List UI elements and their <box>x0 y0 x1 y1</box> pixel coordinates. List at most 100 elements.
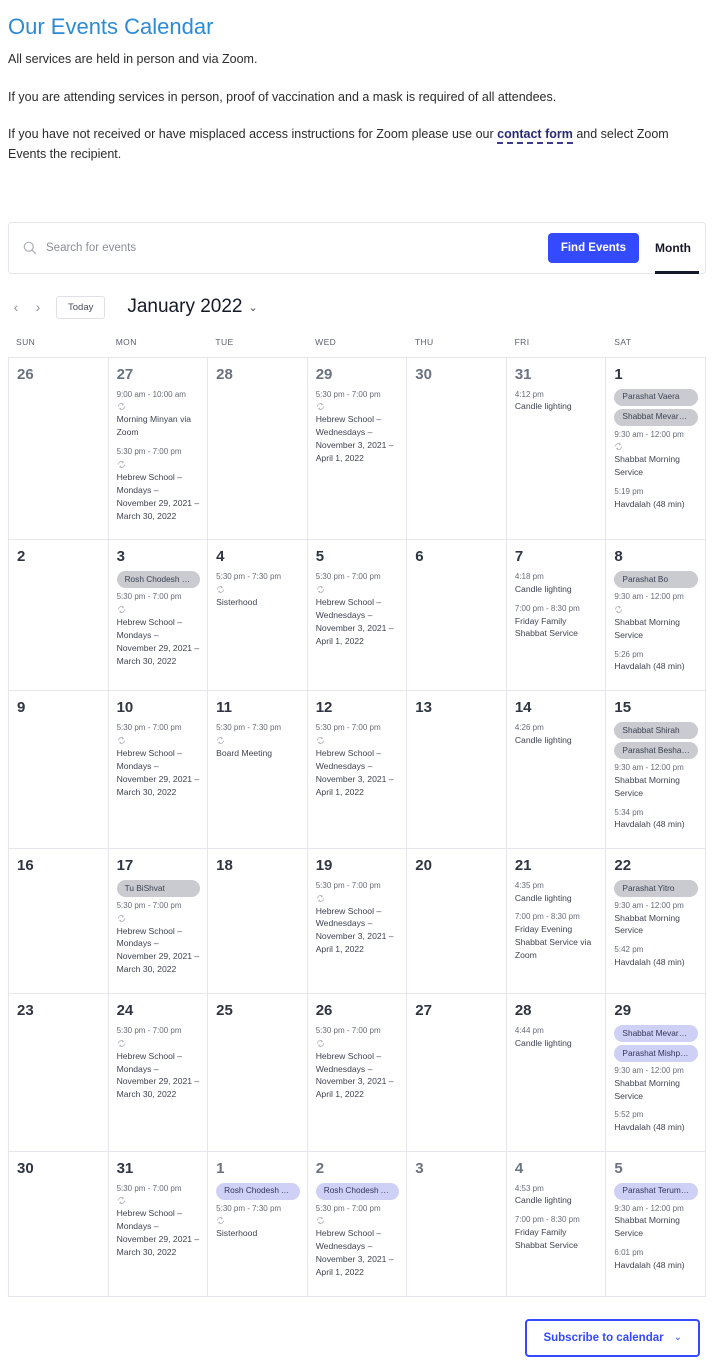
event-title[interactable]: Hebrew School – Mondays – November 29, 2… <box>117 1207 201 1259</box>
event-title[interactable]: Havdalah (48 min) <box>614 498 698 511</box>
calendar-day-cell[interactable]: 29 Shabbat Mevarc… Parashat Mishpatim 9:30 … <box>606 994 706 1152</box>
day-number[interactable]: 3 <box>117 549 201 564</box>
calendar-day-cell[interactable]: 19 5:30 pm - 7:00 pm Hebrew School – Wedne… <box>307 849 408 995</box>
day-number[interactable]: 18 <box>216 858 300 873</box>
event-title[interactable]: Havdalah (48 min) <box>614 660 698 673</box>
event-title[interactable]: Hebrew School – Wednesdays – November 3,… <box>316 1050 400 1102</box>
event-title[interactable]: Hebrew School – Mondays – November 29, 2… <box>117 616 201 668</box>
calendar-day-cell[interactable]: 15 Shabbat Shirah Parashat Beshalach 9:30 a… <box>606 691 706 849</box>
calendar-day-cell[interactable]: 6 <box>407 540 507 692</box>
holiday-pill[interactable]: Rosh Chodesh S… <box>116 571 201 589</box>
event-title[interactable]: Hebrew School – Mondays – November 29, 2… <box>117 925 201 977</box>
calendar-event[interactable]: 7:00 pm - 8:30 pm Friday Family Shabbat S… <box>515 1214 599 1251</box>
calendar-day-cell[interactable]: 22 Parashat Yitro 9:30 am - 12:00 pm Shabba… <box>606 849 706 995</box>
calendar-event[interactable]: 5:30 pm - 7:30 pm Sisterhood <box>216 1203 300 1240</box>
event-title[interactable]: Hebrew School – Wednesdays – November 3,… <box>316 413 400 465</box>
day-number[interactable]: 30 <box>415 367 499 382</box>
calendar-day-cell[interactable]: 25 <box>208 994 308 1152</box>
calendar-event[interactable]: 5:30 pm - 7:00 pm Hebrew School – Wednesd… <box>316 880 400 956</box>
calendar-event[interactable]: 5:30 pm - 7:30 pm Board Meeting <box>216 722 300 759</box>
calendar-day-cell[interactable]: 21 4:35 pm Candle lighting 7:00 pm - 8:30 p… <box>506 849 607 995</box>
holiday-pill[interactable]: Shabbat Shirah <box>614 722 698 740</box>
calendar-event[interactable]: 4:44 pm Candle lighting <box>515 1025 599 1049</box>
day-number[interactable]: 27 <box>415 1003 499 1018</box>
day-number[interactable]: 27 <box>117 367 201 382</box>
day-number[interactable]: 16 <box>17 858 101 873</box>
day-number[interactable]: 4 <box>216 549 300 564</box>
event-title[interactable]: Havdalah (48 min) <box>614 1121 698 1134</box>
event-title[interactable]: Hebrew School – Wednesdays – November 3,… <box>316 1227 400 1279</box>
event-title[interactable]: Hebrew School – Mondays – November 29, 2… <box>117 471 201 523</box>
event-title[interactable]: Candle lighting <box>515 583 599 596</box>
calendar-day-cell[interactable]: 12 5:30 pm - 7:00 pm Hebrew School – Wedne… <box>307 691 408 849</box>
calendar-event[interactable]: 5:30 pm - 7:00 pm Hebrew School – Mondays… <box>117 1025 201 1101</box>
calendar-event[interactable]: 5:30 pm - 7:00 pm Hebrew School – Mondays… <box>117 446 201 522</box>
calendar-event[interactable]: 6:01 pm Havdalah (48 min) <box>614 1247 698 1271</box>
day-number[interactable]: 19 <box>316 858 400 873</box>
calendar-event[interactable]: 5:30 pm - 7:00 pm Hebrew School – Mondays… <box>117 900 201 976</box>
calendar-event[interactable]: 5:30 pm - 7:00 pm Hebrew School – Wednesd… <box>316 571 400 647</box>
day-number[interactable]: 5 <box>316 549 400 564</box>
day-number[interactable]: 4 <box>515 1161 599 1176</box>
calendar-event[interactable]: 4:26 pm Candle lighting <box>515 722 599 746</box>
calendar-day-cell[interactable]: 27 <box>407 994 507 1152</box>
day-number[interactable]: 26 <box>17 367 101 382</box>
day-number[interactable]: 17 <box>117 858 201 873</box>
day-number[interactable]: 2 <box>316 1161 400 1176</box>
calendar-day-cell[interactable]: 1 Parashat Vaera Shabbat Mevarc… 9:30 am - … <box>606 357 706 541</box>
day-number[interactable]: 1 <box>614 367 698 382</box>
month-title-selector[interactable]: January 2022 ⌄ <box>127 296 257 318</box>
day-number[interactable]: 9 <box>17 700 101 715</box>
calendar-event[interactable]: 5:30 pm - 7:00 pm Hebrew School – Mondays… <box>117 722 201 798</box>
calendar-event[interactable]: 5:30 pm - 7:00 pm Hebrew School – Mondays… <box>117 591 201 667</box>
day-number[interactable]: 15 <box>614 700 698 715</box>
day-number[interactable]: 12 <box>316 700 400 715</box>
calendar-event[interactable]: 9:30 am - 12:00 pm Shabbat Morning Servic… <box>614 900 698 937</box>
calendar-day-cell[interactable]: 30 <box>9 1151 109 1297</box>
day-number[interactable]: 24 <box>117 1003 201 1018</box>
calendar-event[interactable]: 5:30 pm - 7:30 pm Sisterhood <box>216 571 300 608</box>
day-number[interactable]: 29 <box>316 367 400 382</box>
calendar-event[interactable]: 4:35 pm Candle lighting <box>515 880 599 904</box>
calendar-day-cell[interactable]: 17 Tu BiShvat 5:30 pm - 7:00 pm Hebrew Scho… <box>108 849 209 995</box>
calendar-day-cell[interactable]: 3 <box>407 1151 507 1297</box>
day-number[interactable]: 26 <box>316 1003 400 1018</box>
day-number[interactable]: 2 <box>17 549 101 564</box>
calendar-event[interactable]: 5:30 pm - 7:00 pm Hebrew School – Mondays… <box>117 1183 201 1259</box>
find-events-button[interactable]: Find Events <box>547 232 640 263</box>
calendar-day-cell[interactable]: 18 <box>208 849 308 995</box>
calendar-event[interactable]: 9:30 am - 12:00 pm Shabbat Morning Servic… <box>614 1065 698 1102</box>
event-title[interactable]: Havdalah (48 min) <box>614 1259 698 1272</box>
event-title[interactable]: Candle lighting <box>515 1037 599 1050</box>
holiday-pill[interactable]: Parashat Beshalach <box>614 742 698 760</box>
calendar-day-cell[interactable]: 23 <box>9 994 109 1152</box>
calendar-event[interactable]: 9:30 am - 12:00 pm Shabbat Morning Servic… <box>614 429 698 479</box>
calendar-day-cell[interactable]: 9 <box>9 691 109 849</box>
search-input[interactable] <box>46 241 548 254</box>
calendar-day-cell[interactable]: 31 5:30 pm - 7:00 pm Hebrew School – Monda… <box>108 1151 209 1297</box>
day-number[interactable]: 11 <box>216 700 300 715</box>
holiday-pill[interactable]: Parashat Mishpatim <box>614 1045 698 1063</box>
calendar-day-cell[interactable]: 13 <box>407 691 507 849</box>
event-title[interactable]: Hebrew School – Wednesdays – November 3,… <box>316 747 400 799</box>
event-title[interactable]: Sisterhood <box>216 1227 300 1240</box>
event-title[interactable]: Board Meeting <box>216 747 300 760</box>
event-title[interactable]: Shabbat Morning Service <box>614 912 698 938</box>
calendar-event[interactable]: 4:53 pm Candle lighting <box>515 1183 599 1207</box>
day-number[interactable]: 21 <box>515 858 599 873</box>
calendar-day-cell[interactable]: 4 4:53 pm Candle lighting 7:00 pm - 8:30 pm… <box>506 1151 607 1297</box>
calendar-event[interactable]: 5:30 pm - 7:00 pm Hebrew School – Wednesd… <box>316 389 400 465</box>
day-number[interactable]: 8 <box>614 549 698 564</box>
calendar-day-cell[interactable]: 14 4:26 pm Candle lighting <box>506 691 607 849</box>
holiday-pill[interactable]: Parashat Bo <box>614 571 698 589</box>
holiday-pill[interactable]: Tu BiShvat <box>116 880 201 897</box>
calendar-day-cell[interactable]: 24 5:30 pm - 7:00 pm Hebrew School – Monda… <box>108 994 209 1152</box>
today-button[interactable]: Today <box>56 295 106 319</box>
calendar-day-cell[interactable]: 31 4:12 pm Candle lighting <box>506 357 607 541</box>
event-title[interactable]: Hebrew School – Wednesdays – November 3,… <box>316 905 400 957</box>
day-number[interactable]: 31 <box>117 1161 201 1176</box>
event-title[interactable]: Hebrew School – Mondays – November 29, 2… <box>117 1050 201 1102</box>
tab-month[interactable]: Month <box>655 223 699 274</box>
event-title[interactable]: Havdalah (48 min) <box>614 818 698 831</box>
calendar-event[interactable]: 9:30 am - 12:00 pm Shabbat Morning Servic… <box>614 1203 698 1240</box>
